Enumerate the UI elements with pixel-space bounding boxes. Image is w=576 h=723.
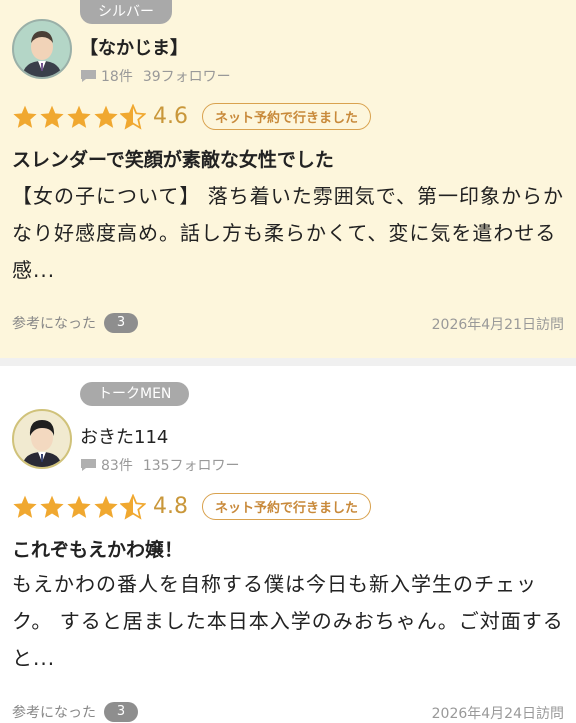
helpful-button[interactable]: 参考になった 3 <box>12 702 138 722</box>
review-body[interactable]: 【女の子について】 落ち着いた雰囲気で、第一印象からかなり好感度高め。話し方も柔… <box>12 178 564 289</box>
review-title[interactable]: これぞもえかわ嬢！ <box>12 535 183 562</box>
half-star-icon <box>120 493 146 520</box>
star-rating <box>12 103 147 130</box>
helpful-count: 3 <box>104 313 138 333</box>
star-icon <box>40 105 64 128</box>
star-icon <box>13 495 37 518</box>
rating-row: 4.6 ネット予約で行きました <box>12 103 372 130</box>
review-count: 83件 <box>101 458 133 474</box>
rating-score: 4.8 <box>153 494 188 519</box>
comment-icon <box>81 459 96 471</box>
review-card[interactable]: シルバー 【なかじま】 18件 39フォロワー 4.6 ネット予約で行きました … <box>0 0 576 358</box>
net-reservation-badge: ネット予約で行きました <box>202 103 372 130</box>
user-avatar-icon <box>22 420 62 467</box>
user-stats: 83件 135フォロワー <box>80 455 240 475</box>
comment-icon <box>81 70 96 82</box>
helpful-button[interactable]: 参考になった 3 <box>12 313 138 333</box>
rating-score: 4.6 <box>153 104 188 129</box>
username[interactable]: おきた114 <box>80 423 168 449</box>
avatar[interactable] <box>12 19 72 79</box>
follower-count: 39フォロワー <box>142 69 231 85</box>
rank-badge: シルバー <box>80 0 172 24</box>
username[interactable]: 【なかじま】 <box>80 34 188 60</box>
card-divider <box>0 358 576 366</box>
star-rating <box>12 493 147 520</box>
review-card[interactable]: トークMEN おきた114 83件 135フォロワー 4.8 ネット予約で行きま… <box>0 366 576 722</box>
review-count: 18件 <box>101 69 133 85</box>
half-star-icon <box>120 103 146 130</box>
rank-badge: トークMEN <box>80 382 190 406</box>
visit-date: 2026年4月21日訪問 <box>431 317 564 333</box>
star-icon <box>94 495 118 518</box>
helpful-count: 3 <box>104 702 138 722</box>
visit-date: 2026年4月24日訪問 <box>431 706 564 722</box>
star-icon <box>67 495 91 518</box>
user-stats: 18件 39フォロワー <box>80 66 231 86</box>
review-body[interactable]: もえかわの番人を自称する僕は今日も新入学生のチェック。 すると居ました本日本入学… <box>12 566 564 677</box>
star-icon <box>13 105 37 128</box>
avatar[interactable] <box>12 409 72 469</box>
helpful-label: 参考になった <box>12 316 96 332</box>
net-reservation-badge: ネット予約で行きました <box>202 493 372 520</box>
star-icon <box>94 105 118 128</box>
star-icon <box>40 495 64 518</box>
review-title[interactable]: スレンダーで笑顔が素敵な女性でした <box>12 145 334 172</box>
user-avatar-icon <box>22 31 62 77</box>
follower-count: 135フォロワー <box>142 458 240 474</box>
helpful-label: 参考になった <box>12 705 96 721</box>
rating-row: 4.8 ネット予約で行きました <box>12 493 372 520</box>
star-icon <box>67 105 91 128</box>
